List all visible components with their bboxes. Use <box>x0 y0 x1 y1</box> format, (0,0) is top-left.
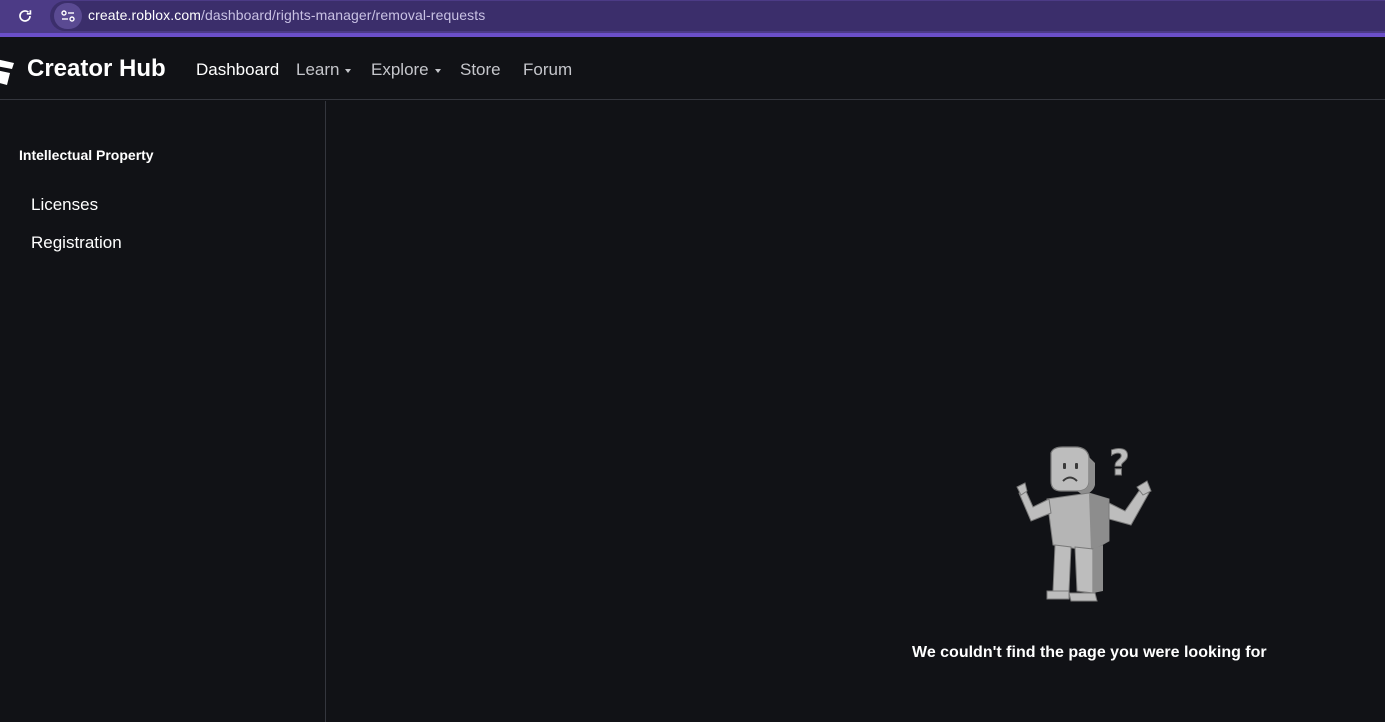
browser-toolbar: create.roblox.com/dashboard/rights-manag… <box>0 0 1385 37</box>
top-navigation: Creator Hub Dashboard Learn Explore Stor… <box>0 37 1385 100</box>
nav-explore[interactable]: Explore <box>371 60 441 80</box>
caret-down-icon <box>345 69 352 73</box>
caret-down-icon <box>434 69 441 73</box>
sidebar: Intellectual Property Licenses Registrat… <box>0 101 326 722</box>
url-text[interactable]: create.roblox.com/dashboard/rights-manag… <box>88 7 485 23</box>
main-content: ? We couldn't find the page you were loo… <box>327 101 1385 722</box>
sidebar-heading: Intellectual Property <box>19 147 154 163</box>
nav-explore-label: Explore <box>371 60 429 79</box>
nav-learn[interactable]: Learn <box>296 60 352 80</box>
reload-icon[interactable] <box>14 5 36 27</box>
confused-robloxian-icon: ? <box>1016 443 1152 602</box>
nav-learn-label: Learn <box>296 60 340 79</box>
svg-text:?: ? <box>1109 443 1130 484</box>
site-settings-icon[interactable] <box>54 3 82 29</box>
nav-dashboard[interactable]: Dashboard <box>196 60 279 80</box>
brand-title[interactable]: Creator Hub <box>27 55 166 83</box>
nav-store-label: Store <box>460 60 501 79</box>
nav-forum-label: Forum <box>523 60 573 79</box>
nav-store[interactable]: Store <box>460 60 501 80</box>
sidebar-item-registration[interactable]: Registration <box>31 233 122 253</box>
nav-dashboard-label: Dashboard <box>196 60 280 79</box>
url-host: create.roblox.com <box>88 7 201 23</box>
nav-forum[interactable]: Forum <box>523 60 572 80</box>
not-found-message: We couldn't find the page you were looki… <box>912 644 1267 661</box>
sidebar-item-licenses[interactable]: Licenses <box>31 195 98 215</box>
url-path: /dashboard/rights-manager/removal-reques… <box>200 7 486 23</box>
roblox-logo-icon[interactable] <box>0 55 14 85</box>
